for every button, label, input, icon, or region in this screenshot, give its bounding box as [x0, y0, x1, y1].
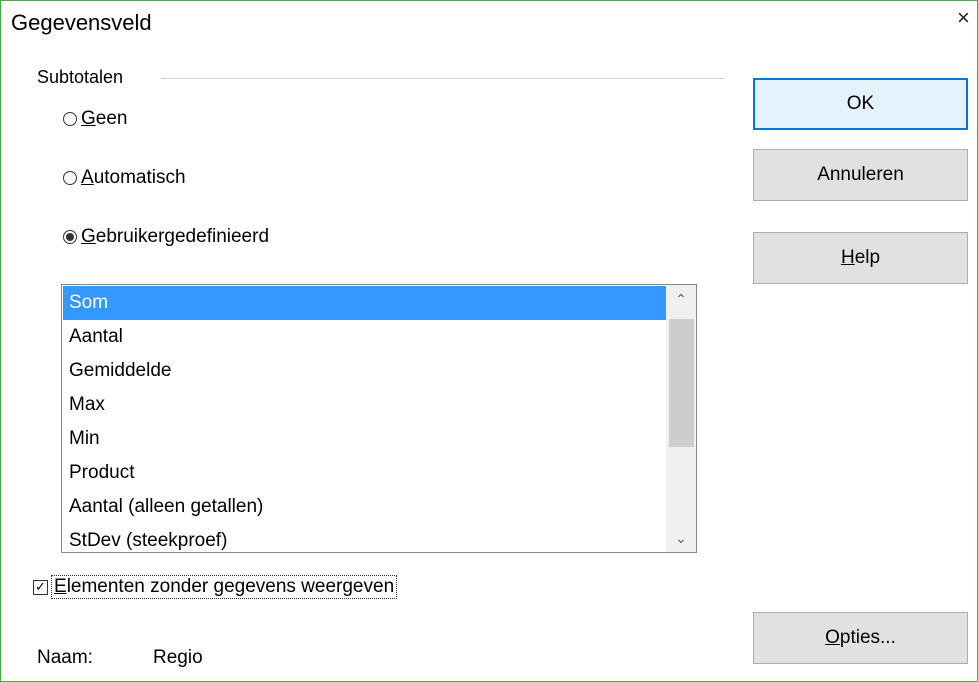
radio-automatic[interactable]: Automatisch	[63, 167, 186, 189]
show-empty-items-option[interactable]: ✓ Elementen zonder gegevens weergeven	[33, 575, 398, 599]
help-button[interactable]: Help	[753, 232, 968, 284]
title-bar: Gegevensveld ×	[1, 1, 977, 35]
radio-user-defined[interactable]: Gebruikergedefinieerd	[63, 226, 269, 248]
options-button[interactable]: Opties...	[753, 612, 968, 664]
radio-none[interactable]: Geen	[63, 108, 127, 130]
function-items: Som Aantal Gemiddelde Max Min Product Aa…	[63, 286, 666, 552]
subtotals-group-label: Subtotalen	[37, 67, 124, 87]
list-item-som[interactable]: Som	[63, 286, 666, 320]
cancel-button[interactable]: Annuleren	[753, 149, 968, 201]
dialog-title: Gegevensveld	[11, 10, 152, 35]
radio-none-label: Geen	[81, 108, 128, 129]
close-icon[interactable]: ×	[957, 7, 977, 29]
radio-user-defined-indicator[interactable]	[63, 230, 77, 244]
scroll-thumb[interactable]	[669, 319, 694, 447]
subtotal-functions-list[interactable]: Som Aantal Gemiddelde Max Min Product Aa…	[61, 284, 697, 553]
data-field-dialog: Gegevensveld × Subtotalen Geen Automatis…	[0, 0, 978, 682]
radio-user-defined-label: Gebruikergedefinieerd	[81, 226, 270, 247]
list-item-product[interactable]: Product	[63, 456, 666, 490]
list-scrollbar[interactable]: ⌃ ⌄	[666, 285, 696, 552]
group-separator	[161, 78, 724, 79]
radio-automatic-label: Automatisch	[81, 167, 186, 188]
list-item-max[interactable]: Max	[63, 388, 666, 422]
list-item-gemiddelde[interactable]: Gemiddelde	[63, 354, 666, 388]
list-item-aantal-getallen[interactable]: Aantal (alleen getallen)	[63, 490, 666, 524]
list-item-min[interactable]: Min	[63, 422, 666, 456]
name-value: Regio	[153, 647, 203, 668]
radio-automatic-indicator[interactable]	[63, 171, 77, 185]
scroll-up-icon[interactable]: ⌃	[666, 285, 696, 313]
radio-none-indicator[interactable]	[63, 112, 77, 126]
list-item-aantal[interactable]: Aantal	[63, 320, 666, 354]
ok-button[interactable]: OK	[753, 78, 968, 130]
name-label: Naam:	[37, 647, 93, 668]
list-item-stdev[interactable]: StDev (steekproef)	[63, 524, 666, 552]
show-empty-label: Elementen zonder gegevens weergeven	[51, 575, 398, 599]
show-empty-checkbox[interactable]: ✓	[33, 579, 48, 595]
scroll-down-icon[interactable]: ⌄	[666, 524, 696, 552]
